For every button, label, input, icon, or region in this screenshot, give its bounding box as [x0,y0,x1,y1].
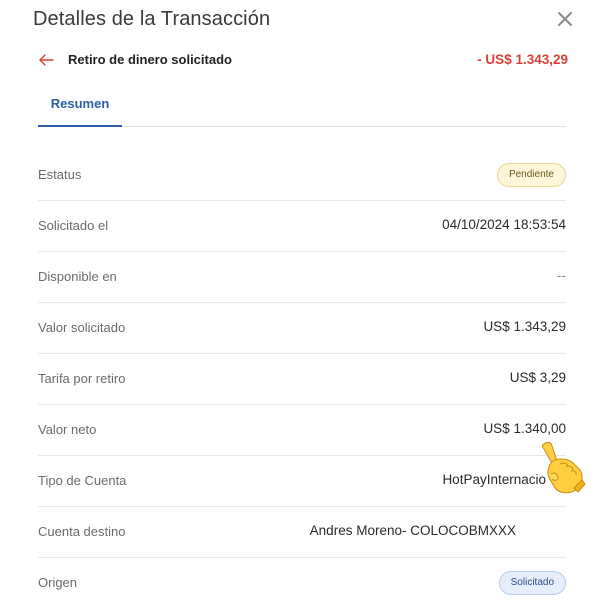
fee-value: US$ 3,29 [509,370,566,385]
status-label: Estatus [38,167,82,182]
row-requested-at: Solicitado el 04/10/2024 18:53:54 [38,201,566,252]
status-badge: Pendiente [496,163,566,187]
requested-at-value: 04/10/2024 18:53:54 [442,217,566,232]
row-status: Estatus Pendiente [38,150,566,201]
origin-label: Origen [38,575,78,590]
tab-bar: Resumen [38,90,566,127]
available-at-label: Disponible en [38,269,117,284]
row-requested-amount: Valor solicitado US$ 1.343,29 [38,303,566,354]
account-type-label: Tipo de Cuenta [38,473,127,488]
row-fee: Tarifa por retiro US$ 3,29 [38,354,566,405]
destination-label: Cuenta destino [38,524,126,539]
transaction-amount: - US$ 1.343,29 [477,52,568,67]
row-origin: Origen Solicitado [38,558,566,608]
destination-value: Andres Moreno- COLOCOBMXXX [309,523,516,538]
requested-at-label: Solicitado el [38,218,109,233]
row-account-type: Tipo de Cuenta HotPayInternacio [38,456,566,507]
close-icon[interactable] [555,9,575,29]
net-amount-label: Valor neto [38,422,97,437]
transaction-name: Retiro de dinero solicitado [68,52,232,67]
origin-badge: Solicitado [498,571,566,595]
details-list: Estatus Pendiente Solicitado el 04/10/20… [38,150,566,608]
net-amount-value: US$ 1.340,00 [483,421,566,436]
transaction-header: Retiro de dinero solicitado - US$ 1.343,… [38,50,568,72]
fee-label: Tarifa por retiro [38,371,126,386]
tab-resumen[interactable]: Resumen [38,90,122,127]
requested-amount-label: Valor solicitado [38,320,126,335]
arrow-left-icon[interactable] [38,53,54,67]
requested-amount-value: US$ 1.343,29 [483,319,566,334]
transaction-details-dialog: Detalles de la Transacción Retiro de din… [0,0,597,608]
row-net-amount: Valor neto US$ 1.340,00 [38,405,566,456]
pointing-hand-icon [536,440,586,496]
available-at-value: -- [557,268,566,283]
row-available-at: Disponible en -- [38,252,566,303]
row-destination: Cuenta destino Andres Moreno- COLOCOBMXX… [38,507,566,558]
dialog-title: Detalles de la Transacción [33,8,271,30]
account-type-value: HotPayInternacio [442,472,546,487]
